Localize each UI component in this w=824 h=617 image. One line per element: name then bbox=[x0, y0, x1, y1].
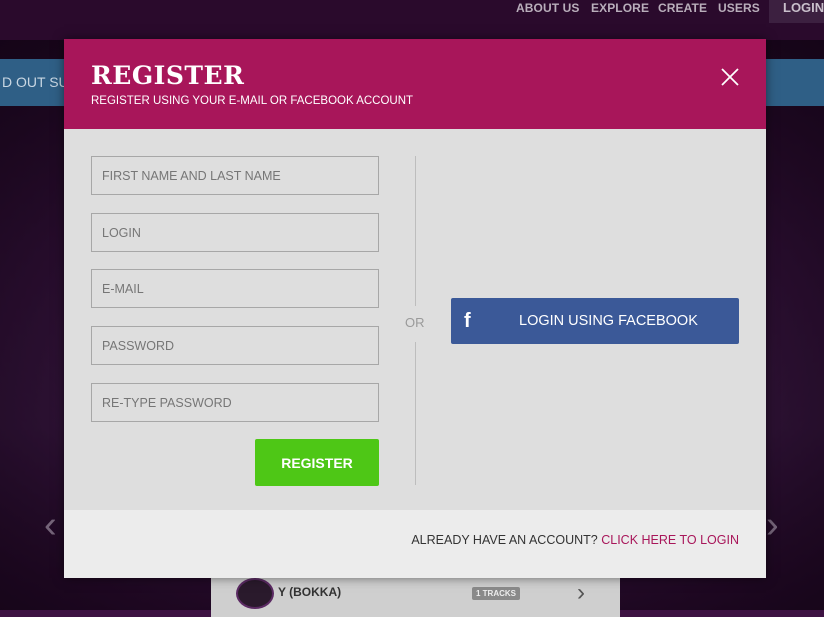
footer-text: ALREADY HAVE AN ACCOUNT? CLICK HERE TO L… bbox=[411, 533, 739, 547]
modal-subtitle: REGISTER USING YOUR E-MAIL OR FACEBOOK A… bbox=[91, 95, 414, 107]
close-icon[interactable] bbox=[717, 64, 743, 90]
tracks-count-badge: 1 TRACKS bbox=[472, 587, 521, 600]
top-navigation: ABOUT US EXPLORE CREATE USERS LOGIN bbox=[0, 0, 824, 40]
nav-login[interactable]: LOGIN bbox=[769, 0, 824, 23]
password-field[interactable] bbox=[91, 326, 379, 365]
track-card[interactable]: Y (BOKKA) 1 TRACKS › bbox=[211, 577, 620, 617]
register-modal: REGISTER REGISTER USING YOUR E-MAIL OR F… bbox=[64, 39, 766, 578]
nav-create[interactable]: CREATE bbox=[658, 1, 707, 15]
name-field[interactable] bbox=[91, 156, 379, 195]
modal-header: REGISTER REGISTER USING YOUR E-MAIL OR F… bbox=[64, 39, 766, 129]
avatar bbox=[236, 578, 274, 609]
email-field[interactable] bbox=[91, 269, 379, 308]
banner-text: D OUT SU bbox=[2, 74, 69, 90]
divider-top bbox=[415, 156, 416, 306]
carousel-prev-icon[interactable]: ‹ bbox=[44, 506, 57, 544]
nav-explore[interactable]: EXPLORE bbox=[591, 1, 649, 15]
register-button[interactable]: REGISTER bbox=[255, 439, 379, 486]
track-title: Y (BOKKA) bbox=[278, 585, 342, 599]
facebook-login-label: LOGIN USING FACEBOOK bbox=[519, 313, 698, 329]
facebook-icon: f bbox=[464, 310, 471, 332]
already-account-text: ALREADY HAVE AN ACCOUNT? bbox=[411, 533, 598, 547]
retype-password-field[interactable] bbox=[91, 383, 379, 422]
or-separator: OR bbox=[405, 315, 425, 330]
nav-about-us[interactable]: ABOUT US bbox=[516, 1, 579, 15]
carousel-next-icon[interactable]: › bbox=[766, 506, 779, 544]
modal-footer: ALREADY HAVE AN ACCOUNT? CLICK HERE TO L… bbox=[64, 510, 766, 578]
login-field[interactable] bbox=[91, 213, 379, 252]
login-link[interactable]: CLICK HERE TO LOGIN bbox=[601, 533, 739, 547]
modal-title: REGISTER bbox=[91, 61, 245, 90]
divider-bottom bbox=[415, 342, 416, 485]
nav-users[interactable]: USERS bbox=[718, 1, 760, 15]
chevron-right-icon[interactable]: › bbox=[577, 579, 585, 607]
facebook-login-button[interactable]: f LOGIN USING FACEBOOK bbox=[451, 298, 739, 344]
